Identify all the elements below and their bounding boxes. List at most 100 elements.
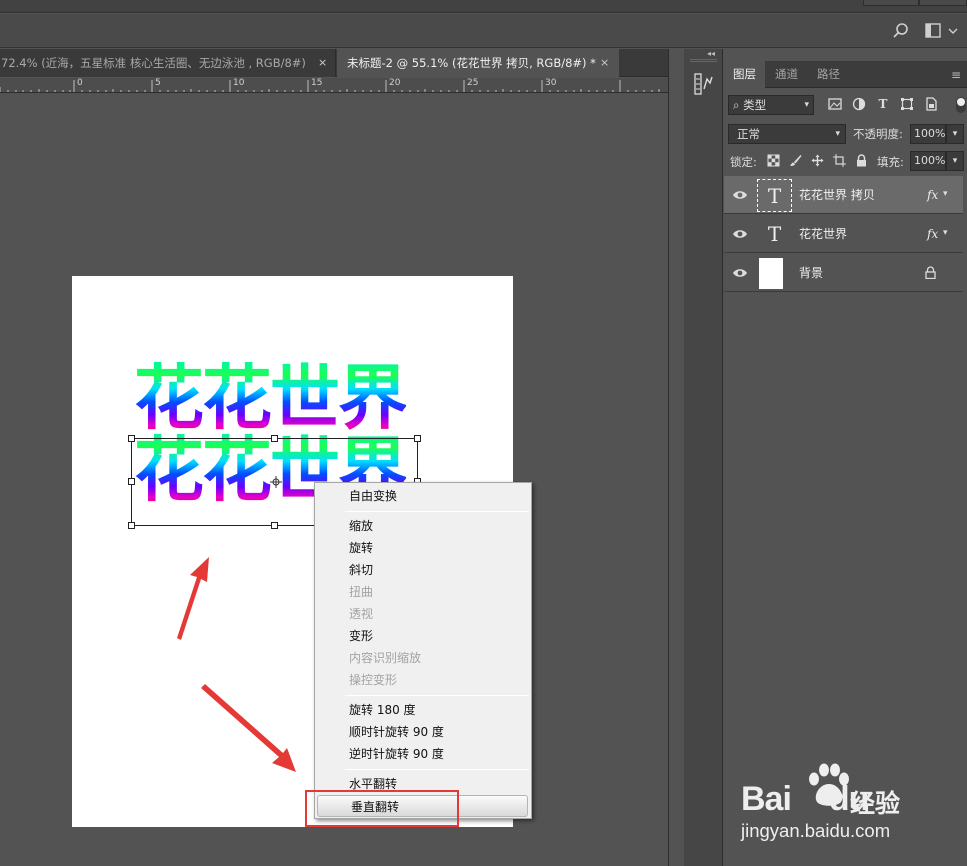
lock-label: 锁定: <box>730 155 757 169</box>
transform-handle-bottom-left[interactable] <box>128 522 135 529</box>
layers-panel: 图层 通道 路径 ≡ ⌕ 类型 ▾ T 正常 ▾ 不透明度: 100% ▾ 锁定… <box>724 49 967 866</box>
lock-position-move-icon[interactable] <box>811 154 824 167</box>
transform-handle-top[interactable] <box>271 435 278 442</box>
transform-context-menu: 自由变换 缩放 旋转 斜切 扭曲 透视 变形 内容识别缩放 操控变形 旋转 18… <box>314 482 532 819</box>
ruler-ticks <box>0 80 660 92</box>
panel-tabs: 图层 通道 路径 ≡ <box>724 61 967 88</box>
type-filter-icon[interactable]: T <box>876 97 890 111</box>
layer-effects-fx-icon[interactable]: fx <box>927 215 938 253</box>
tab-paths[interactable]: 路径 <box>808 61 849 88</box>
menu-item-rotate-90-ccw[interactable]: 逆时针旋转 90 度 <box>316 743 530 765</box>
ruler-label: 10 <box>233 78 245 88</box>
ruler-label: 5 <box>155 78 161 88</box>
expand-effects-chevron-icon[interactable]: ▾ <box>943 215 948 251</box>
menu-separator <box>345 511 529 512</box>
lock-all-icon[interactable] <box>855 154 868 167</box>
opacity-dropdown-button[interactable]: ▾ <box>946 124 964 144</box>
fill-input[interactable]: 100% <box>910 151 946 171</box>
menu-item-rotate-180[interactable]: 旋转 180 度 <box>316 699 530 721</box>
visibility-eye-icon[interactable] <box>732 188 748 202</box>
history-panel-icon[interactable] <box>694 73 714 95</box>
visibility-eye-icon[interactable] <box>732 266 748 280</box>
menu-item-puppet-warp: 操控变形 <box>349 673 398 687</box>
transform-handle-top-right[interactable] <box>414 435 421 442</box>
blend-mode-dropdown[interactable]: 正常 ▾ <box>728 124 846 144</box>
layer-lock-icon[interactable] <box>925 266 936 279</box>
options-bar <box>0 14 967 48</box>
layer-effects-fx-icon[interactable]: fx <box>927 176 938 214</box>
lock-transparency-icon[interactable] <box>767 154 780 167</box>
layer-filter-dropdown[interactable]: ⌕ 类型 ▾ <box>728 95 814 115</box>
collapsed-panel-column: ◂◂ <box>684 49 723 866</box>
layer-name[interactable]: 花花世界 拷贝 <box>799 176 875 214</box>
menu-item-perspective: 透视 <box>349 607 374 621</box>
tab-label: 未标题-2 @ 55.1% (花花世界 拷贝, RGB/8#) * <box>347 56 596 70</box>
search-icon[interactable] <box>892 22 910 40</box>
opacity-input[interactable]: 100% <box>910 124 946 144</box>
collapse-panels-icon[interactable]: ◂◂ <box>707 49 715 58</box>
transform-handle-top-left[interactable] <box>128 435 135 442</box>
window-control-right[interactable] <box>919 0 967 6</box>
menu-item-free-transform[interactable]: 自由变换 <box>316 485 530 507</box>
background-layer-thumbnail <box>759 258 783 289</box>
menu-item-rotate[interactable]: 旋转 <box>316 537 530 559</box>
fill-dropdown-button[interactable]: ▾ <box>946 151 964 171</box>
smart-object-filter-icon[interactable] <box>924 97 938 111</box>
window-control-left[interactable] <box>863 0 919 6</box>
watermark-cn: 经验 <box>850 789 901 818</box>
workspace-switcher-icon[interactable] <box>925 23 963 39</box>
adjustment-filter-icon[interactable] <box>852 97 866 111</box>
layer-row-background[interactable]: 背景 <box>724 254 963 292</box>
transform-handle-bottom[interactable] <box>271 522 278 529</box>
chevron-down-icon: ▾ <box>835 129 840 139</box>
layer-name[interactable]: 背景 <box>799 254 823 292</box>
layer-name[interactable]: 花花世界 <box>799 215 847 253</box>
reference-point-icon[interactable] <box>270 476 282 488</box>
lock-artboard-icon[interactable] <box>833 154 846 167</box>
menu-item-content-aware-scale: 内容识别缩放 <box>349 651 422 665</box>
watermark-url: jingyan.baidu.com <box>741 820 891 841</box>
close-icon[interactable]: × <box>600 49 609 77</box>
ruler-label: 15 <box>311 78 323 88</box>
lock-pixels-brush-icon[interactable] <box>789 154 802 167</box>
pixel-filter-icon[interactable] <box>828 97 842 111</box>
menu-item-scale[interactable]: 缩放 <box>316 515 530 537</box>
expand-effects-chevron-icon[interactable]: ▾ <box>943 176 948 212</box>
tab-label: 72.4% (近海，五星标准 核心生活圈、无边泳池 , RGB/8#) <box>1 56 306 70</box>
tab-layers[interactable]: 图层 <box>724 61 765 88</box>
layer-row-text-copy[interactable]: T 花花世界 拷贝 fx ▾ <box>724 176 963 214</box>
layer-row-text[interactable]: T 花花世界 fx ▾ <box>724 215 963 253</box>
close-icon[interactable]: × <box>318 49 327 77</box>
canvas-text-original[interactable]: 花花世界 <box>134 360 408 436</box>
menu-item-skew[interactable]: 斜切 <box>316 559 530 581</box>
filter-search-icon: ⌕ <box>733 98 740 112</box>
app-menu-bar <box>0 0 967 13</box>
tab-document-2[interactable]: 未标题-2 @ 55.1% (花花世界 拷贝, RGB/8#) * × <box>337 49 619 77</box>
filter-toggle-switch[interactable] <box>956 97 966 113</box>
menu-item-distort: 扭曲 <box>349 585 374 599</box>
text-layer-thumbnail: T <box>757 179 792 212</box>
panel-grip[interactable] <box>690 59 717 62</box>
lock-row: 锁定: 填充: 100% ▾ <box>724 149 967 173</box>
opacity-label: 不透明度: <box>853 127 903 141</box>
ruler-label: 30 <box>545 78 557 88</box>
visibility-eye-icon[interactable] <box>732 227 748 241</box>
tab-document-1[interactable]: 72.4% (近海，五星标准 核心生活圈、无边泳池 , RGB/8#) × <box>0 49 336 77</box>
document-tab-bar: 72.4% (近海，五星标准 核心生活圈、无边泳池 , RGB/8#) × 未标… <box>0 49 668 77</box>
ruler-label: 20 <box>389 78 401 88</box>
baidu-paw-logo-icon <box>809 763 849 806</box>
horizontal-ruler: 0 5 10 15 20 25 30 30 <box>0 78 668 93</box>
transform-handle-left[interactable] <box>128 478 135 485</box>
text-layer-thumbnail: T <box>767 222 782 246</box>
panel-menu-icon[interactable]: ≡ <box>951 68 961 82</box>
tab-channels[interactable]: 通道 <box>766 61 807 88</box>
fill-label: 填充: <box>877 155 904 169</box>
chevron-down-icon: ▾ <box>804 100 809 110</box>
annotation-highlight-box <box>305 790 459 827</box>
menu-item-warp[interactable]: 变形 <box>316 625 530 647</box>
shape-filter-icon[interactable] <box>900 97 914 111</box>
filter-label: 类型 <box>743 98 767 112</box>
ruler-label: 25 <box>467 78 479 88</box>
baidu-jingyan-watermark: Bai du 经验 jingyan.baidu.com <box>741 760 967 850</box>
menu-item-rotate-90-cw[interactable]: 顺时针旋转 90 度 <box>316 721 530 743</box>
